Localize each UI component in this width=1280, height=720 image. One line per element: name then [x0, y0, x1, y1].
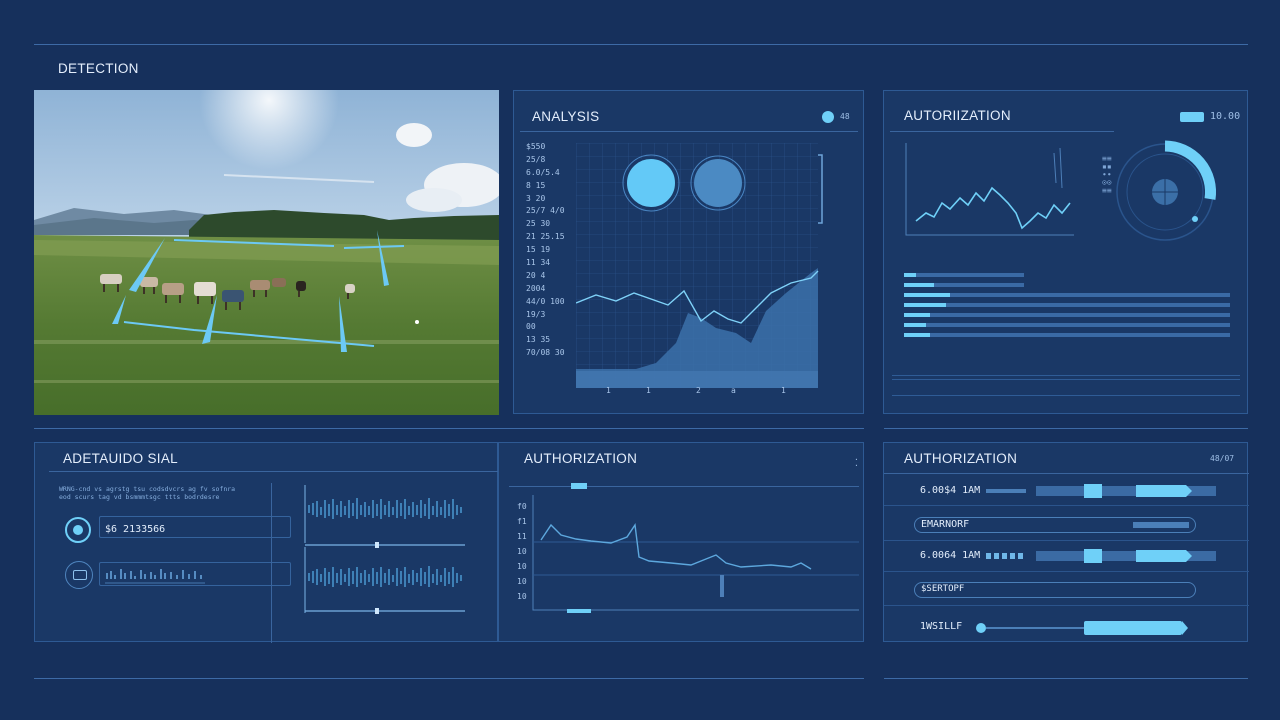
middle-divider-right — [884, 428, 1248, 429]
control-row-2[interactable]: EMARNORF — [914, 517, 1196, 533]
control-row-4[interactable]: $SERTOPF — [914, 582, 1196, 598]
autorization-gauge — [1116, 140, 1217, 241]
autorization-value: 10.00 — [1210, 111, 1241, 122]
authorization-controls-badge: 48/07 — [1210, 454, 1235, 463]
analysis-x-tick-1: 1 — [606, 386, 611, 393]
analysis-node-1 — [625, 157, 677, 209]
control-row-3[interactable]: 6.0064 1AM — [904, 546, 1234, 566]
autorization-title: AUTORIIZATION — [904, 108, 1011, 123]
detection-title: DETECTION — [58, 61, 139, 76]
autorization-panel: AUTORIIZATION 10.00 ≡≡ ▪▪ ∙∙ ⊙⊙ ≡≡ — [883, 90, 1248, 414]
camera-icon — [65, 561, 93, 589]
control-row-5-label: 1WSILLF — [920, 621, 963, 632]
authorization-line-chart — [532, 495, 859, 613]
autorization-indicator — [1180, 112, 1204, 122]
signal-panel: ADETAUIDO SIAL WRNG-cnd vs agrstg tsu co… — [34, 442, 499, 643]
authorization-chart-title: AUTHORIZATION — [524, 451, 638, 466]
analysis-panel: ANALYSIS 48 $550 25/8 6.0/5.4 8 15 3 20 25/… — [513, 90, 864, 414]
analysis-badge: 48 — [840, 112, 850, 121]
signal-waveforms — [304, 485, 465, 614]
pasture-scene-image — [34, 90, 499, 415]
signal-description: WRNG-cnd vs agrstg tsu codsdvcrs ag fv s… — [59, 485, 236, 501]
analysis-x-tick-4: a — [731, 386, 736, 393]
control-row-3-label: 6.0064 1AM — [920, 550, 981, 561]
analysis-x-tick-5: 1 — [781, 386, 786, 393]
control-row-2-label: EMARNORF — [921, 519, 970, 530]
analysis-title: ANALYSIS — [532, 109, 600, 124]
analysis-node-2 — [694, 159, 742, 207]
control-row-5-knob[interactable] — [976, 623, 986, 633]
control-row-1[interactable]: 6.00$4 1AM — [904, 481, 1234, 501]
control-row-1-label: 6.00$4 1AM — [920, 485, 981, 496]
analysis-chart: 1 1 2 a 1 — [576, 143, 823, 393]
control-row-1-handle[interactable] — [1084, 484, 1102, 498]
authorization-chart-marker[interactable] — [571, 483, 587, 489]
bottom-divider-right — [884, 678, 1248, 679]
authorization-controls-panel: AUTHORIZATION 48/07 6.00$4 1AM EMARNORF … — [883, 442, 1249, 642]
target-icon — [65, 517, 91, 543]
control-row-5[interactable]: 1WSILLF — [904, 618, 1234, 638]
signal-item-1[interactable]: $6 2133566 — [63, 515, 291, 545]
authorization-controls-title: AUTHORIZATION — [904, 451, 1018, 466]
analysis-status-dot — [822, 111, 834, 123]
signal-item-2[interactable] — [63, 559, 291, 589]
analysis-y-axis-labels: $550 25/8 6.0/5.4 8 15 3 20 25/7 4/0 25 30 2… — [526, 142, 565, 358]
signal-title: ADETAUIDO SIAL — [63, 451, 178, 466]
middle-divider-left — [34, 428, 864, 429]
analysis-x-tick-3: 2 — [696, 386, 701, 393]
top-divider — [34, 44, 1248, 45]
authorization-chart-panel: AUTHORIZATION · · f0 f1 11 10 10 10 10 — [498, 442, 864, 642]
authorization-chart-y-labels: f0 f1 11 10 10 10 10 — [517, 502, 527, 601]
detection-camera-feed[interactable] — [34, 90, 499, 415]
autorization-trend-chart — [905, 143, 1074, 236]
autorization-bar-list — [904, 273, 1230, 337]
control-row-3-handle[interactable] — [1084, 549, 1102, 563]
bottom-divider-left — [34, 678, 864, 679]
analysis-x-tick-2: 1 — [646, 386, 651, 393]
control-row-4-label: $SERTOPF — [921, 584, 965, 594]
